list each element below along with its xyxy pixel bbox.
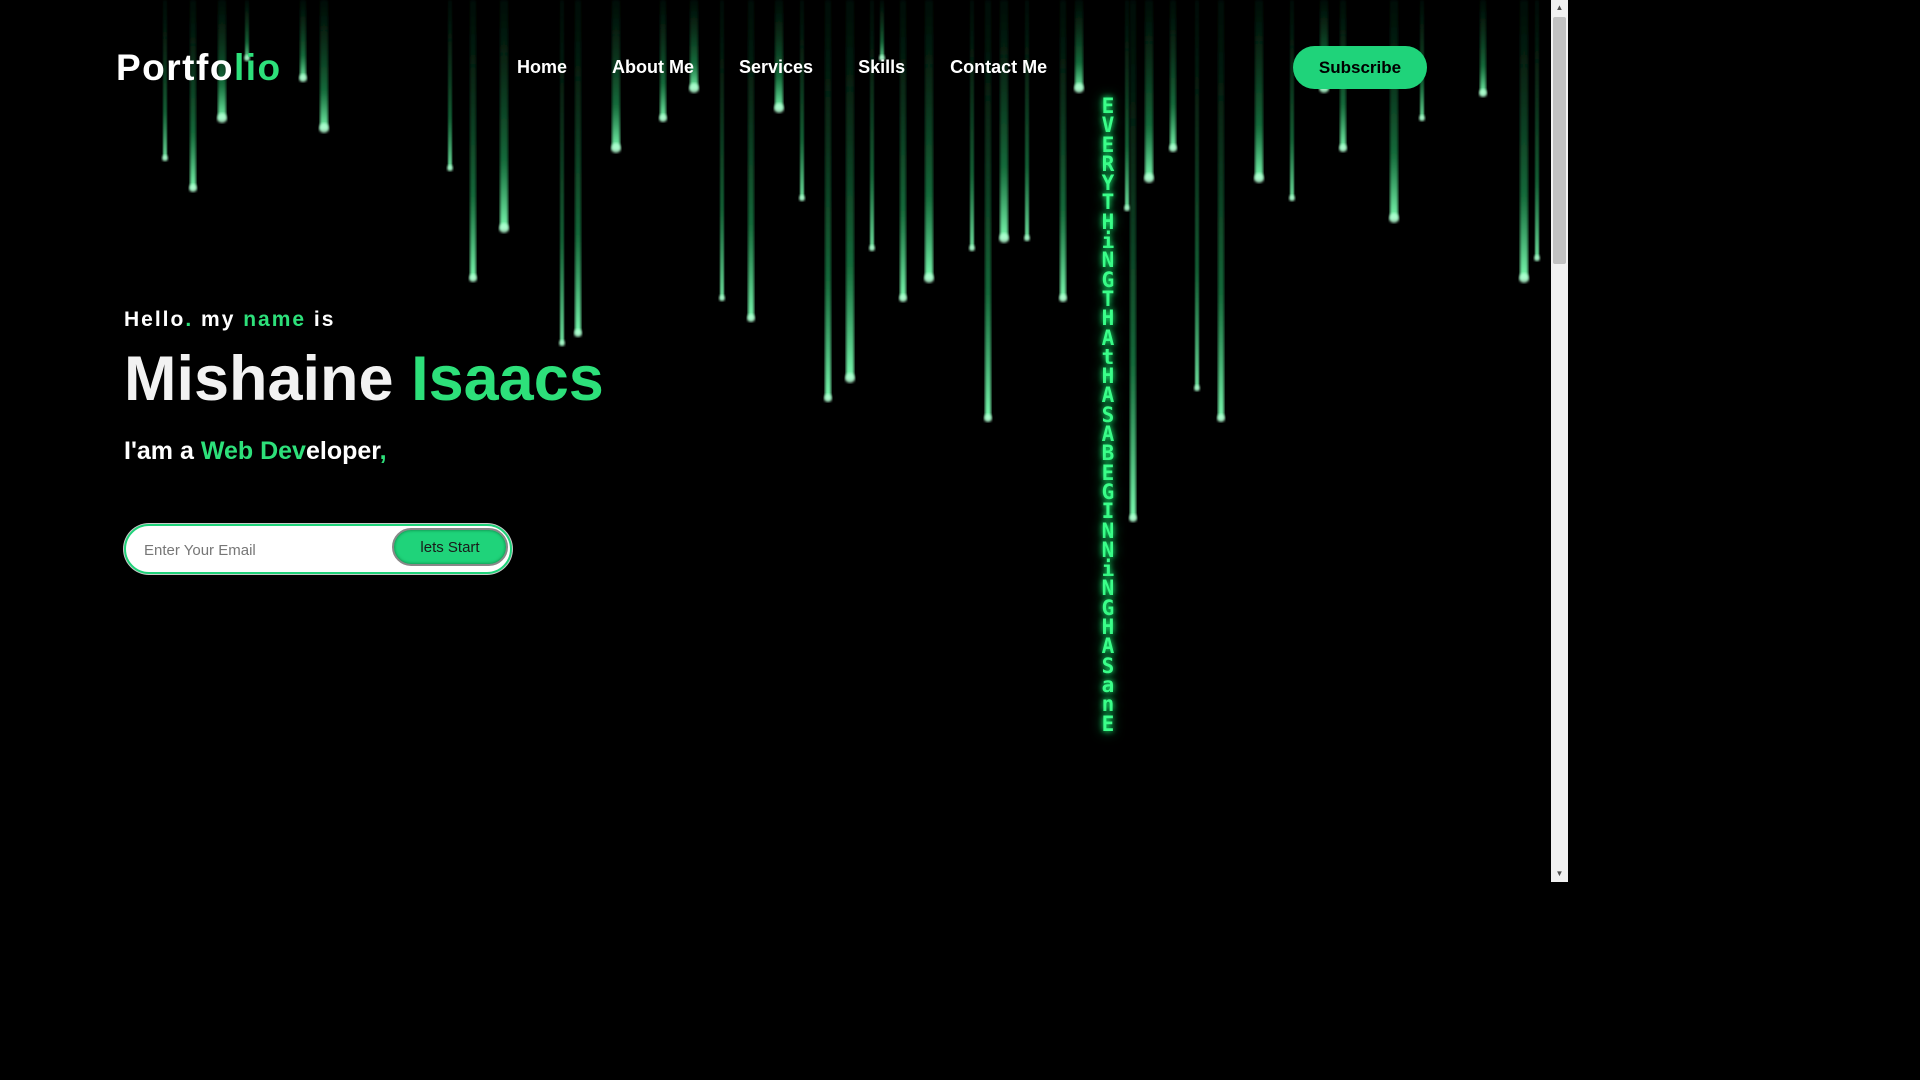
rain-streak-head [845, 373, 855, 383]
hero-name: Mishaine Isaacs [124, 348, 604, 411]
rain-streak-head [1194, 385, 1200, 391]
nav-link-about-me[interactable]: About Me [612, 57, 694, 78]
nav-link-skills[interactable]: Skills [858, 57, 905, 78]
rain-streak-head [1144, 173, 1154, 183]
role-prefix: I'am a [124, 437, 201, 465]
role-comma: , [379, 437, 387, 465]
rain-streak-head [799, 195, 805, 201]
rain-streak-head [924, 273, 934, 283]
rain-streak-head [447, 165, 453, 171]
role-typed-green: Web Dev [200, 437, 306, 465]
scrollbar-thumb[interactable] [1553, 17, 1566, 264]
nav-link-services[interactable]: Services [739, 57, 813, 78]
rain-streak-head [1519, 273, 1529, 283]
hero-role: I'am a Web Developer, [124, 437, 604, 466]
rain-streak-head [1129, 514, 1137, 522]
scroll-down-arrow-icon[interactable]: ▼ [1551, 866, 1568, 882]
vertical-scrollbar[interactable]: ▲ ▼ [1551, 0, 1568, 882]
rain-streak-head [824, 394, 832, 402]
nav-link-contact-me[interactable]: Contact Me [950, 57, 1047, 78]
vertical-matrix-text: EVERYTHiNG THAt HAS A BEGINNiNG HAS an E [1101, 94, 1127, 736]
rain-streak-head [984, 414, 992, 422]
rain-streak-head [1169, 144, 1177, 152]
greeting-hello: Hello [124, 308, 186, 331]
rain-streak-head [162, 155, 168, 161]
rain-streak-head [1217, 414, 1225, 422]
rain-streak-head [1024, 235, 1030, 241]
rain-streak-head [1059, 294, 1067, 302]
hero-first-name: Mishaine [124, 344, 412, 414]
greeting-name: name [243, 308, 307, 331]
email-input[interactable] [142, 538, 386, 562]
logo-main: Portfo [116, 47, 234, 88]
rain-streak-head [1339, 144, 1347, 152]
scroll-up-arrow-icon[interactable]: ▲ [1551, 0, 1568, 16]
rain-streak-head [611, 143, 621, 153]
navbar: Portfolio Home About Me Services Skills … [0, 0, 1551, 134]
rain-streak-head [1254, 173, 1264, 183]
greeting-is: is [306, 308, 336, 331]
hero-section: Hello. my name is Mishaine Isaacs I'am a… [124, 308, 604, 466]
role-typed-white: eloper [305, 437, 380, 465]
rain-streak-head [1124, 205, 1130, 211]
rain-streak-head [969, 245, 975, 251]
rain-streak-head [469, 274, 477, 282]
nav-links: Home About Me Services Skills Contact Me [517, 57, 1047, 78]
rain-streak-head [1389, 213, 1399, 223]
rain-streak-head [747, 314, 755, 322]
rain-streak-head [999, 233, 1009, 243]
email-signup-form: lets Start [124, 524, 512, 574]
logo[interactable]: Portfolio [116, 47, 282, 89]
rain-streak-head [499, 223, 509, 233]
logo-accent: lio [233, 47, 282, 88]
hero-greeting: Hello. my name is [124, 308, 604, 332]
lets-start-button[interactable]: lets Start [392, 528, 508, 566]
greeting-my: my [193, 308, 244, 331]
rain-streak-head [1534, 255, 1540, 261]
greeting-dot: . [185, 308, 194, 331]
subscribe-button[interactable]: Subscribe [1293, 46, 1427, 89]
nav-link-home[interactable]: Home [517, 57, 567, 78]
hero-last-name: Isaacs [411, 344, 604, 414]
rain-streak-head [189, 184, 197, 192]
rain-streak-head [869, 245, 875, 251]
rain-streak-head [1289, 195, 1295, 201]
rain-streak-head [719, 295, 725, 301]
rain-streak-head [899, 294, 907, 302]
